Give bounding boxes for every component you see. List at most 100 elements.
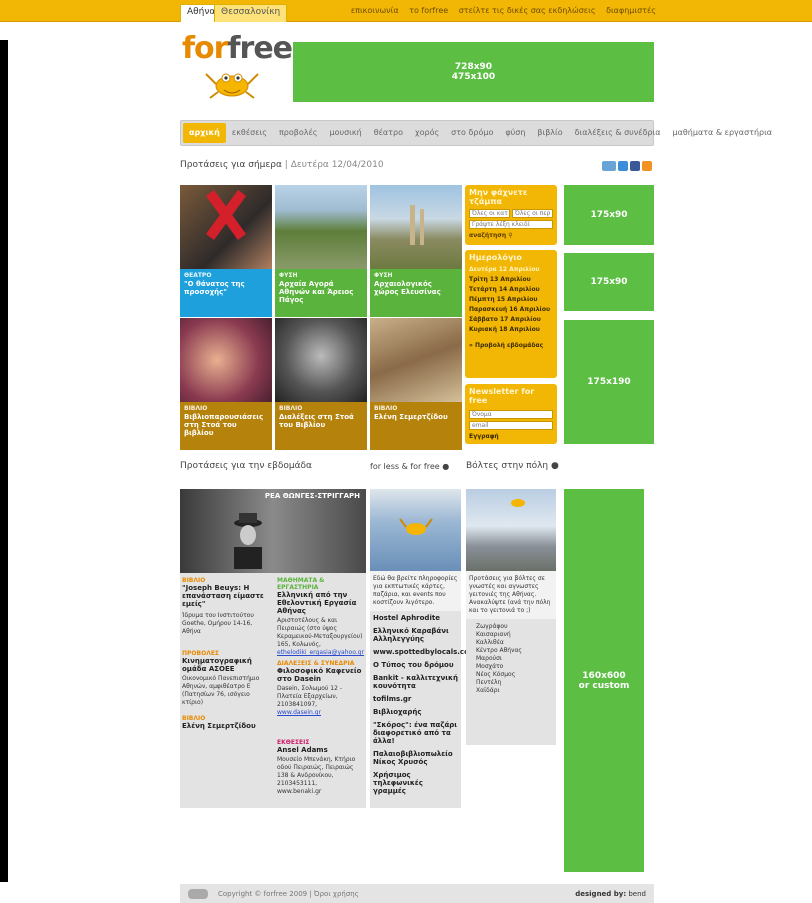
nav-music[interactable]: μουσική [324,123,368,143]
event-title[interactable]: Ελένη Σεμερτζίδου [182,722,272,730]
today-tile[interactable]: ΦΥΣΗ Αρχαιολογικός χώρος Ελευσίνας [370,185,462,317]
walks-intro: Προτάσεις για βόλτες σε γνωστές και αγνω… [466,571,556,619]
copyright-text[interactable]: Copyright © forfree 2009 | Όροι χρήσης [218,890,359,898]
today-title: Προτάσεις για σήμερα [180,160,282,170]
tile-title[interactable]: Βιβλιοπαρουσιάσεις στη Στοά του βιβλίου [184,413,268,437]
side-ad-banner[interactable]: 175x90 [564,253,654,311]
list-item[interactable]: Ο Τύπος του δρόμου [373,661,458,669]
list-item[interactable]: www.spottedbylocals.com [373,648,476,656]
tile-caption: ΘΕΑΤΡΟ "Ο θάνατος της προσοχής" [180,269,272,317]
nav-nature[interactable]: φύση [499,123,531,143]
today-tile[interactable]: ΦΥΣΗ Αρχαία Αγορά Αθηνών και Άρειος Πάγο… [275,185,367,317]
advertisers-link[interactable]: διαφημιστές [606,6,656,15]
arrow-circle-icon[interactable]: ● [551,461,559,471]
event-title[interactable]: Ελληνική από την Εθελοντική Εργασία Αθήν… [277,591,363,615]
tile-category: ΒΙΒΛΙΟ [184,405,208,412]
event-title[interactable]: Φιλοσοφικό Καφενείο στο Dasein [277,667,363,683]
event-category: ΒΙΒΛΙΟ [182,577,206,584]
tile-image [180,185,272,269]
list-item[interactable]: Χρήσιμος τηλεφωνικές γραμμές [373,771,458,795]
nav-home[interactable]: αρχική [183,123,226,143]
logo-text-for: for [182,31,228,66]
designer-link[interactable]: bend [628,890,646,898]
logo-text-free: free [227,31,293,66]
nav-exhibitions[interactable]: εκθέσεις [226,123,273,143]
calendar-day[interactable]: Τετάρτη 14 Απριλίου [465,285,557,295]
event-link[interactable]: ethelodiki_ergasia@yahoo.gr [277,649,364,657]
category-select[interactable]: Όλες οι κατ [469,209,510,218]
today-tile[interactable]: ΒΙΒΛΙΟ Διαλέξεις στη Στοά του Βιβλίου [275,318,367,450]
tile-title[interactable]: Ελένη Σεμερτζίδου [374,413,458,421]
area-item[interactable]: Κέντρο Αθήνας [476,647,546,655]
area-select[interactable]: Όλες οι περ [512,209,553,218]
area-item[interactable]: Νέος Κόσμος [476,671,546,679]
about-link[interactable]: το forfree [409,6,448,15]
today-tile[interactable]: ΘΕΑΤΡΟ "Ο θάνατος της προσοχής" [180,185,272,317]
for-less-intro: Εδώ θα βρείτε πληροφορίες για εκπτωτικές… [370,571,461,611]
today-heading: Προτάσεις για σήμερα | Δευτέρα 12/04/201… [180,160,384,170]
calendar-day[interactable]: Σάββατο 17 Απριλίου [465,315,557,325]
area-item[interactable]: Πεντέλη [476,679,546,687]
week-card: ΡΕΑ ΘΩΝΓΕΣ-ΣΤΡΙΓΓΑΡΗ ΒΙΒΛΙΟ "Joseph Beuy… [180,489,366,808]
event-link[interactable]: www.dasein.gr [277,709,363,717]
tile-caption: ΒΙΒΛΙΟ Ελένη Σεμερτζίδου [370,402,462,450]
search-icon[interactable]: ⚲ [508,232,512,239]
subscribe-button[interactable]: Εγγραφή [465,432,557,441]
nav-lectures[interactable]: διαλέξεις & συνέδρια [569,123,667,143]
facebook-icon[interactable] [630,161,640,171]
week-view-link[interactable]: » Προβολή εβδομάδας [465,341,557,351]
event-title[interactable]: Ansel Adams [277,746,363,754]
search-button[interactable]: αναζήτηση [469,232,506,239]
side-ad-banner[interactable]: 175x90 [564,185,654,245]
list-item[interactable]: "Σκόρος": ένα παζάρι διαφορετικό από τα … [373,721,458,745]
area-item[interactable]: Ζωγράφου [476,623,546,631]
submit-events-link[interactable]: στείλτε τις δικές σας εκδηλώσεις [459,6,596,15]
list-item[interactable]: Παλαιοβιβλιοπωλείο Νίκος Χρυσός [373,750,458,766]
name-field[interactable]: Όνομα [469,410,553,419]
today-tile[interactable]: ΒΙΒΛΙΟ Ελένη Σεμερτζίδου [370,318,462,450]
nav-books[interactable]: βιβλίο [531,123,568,143]
calendar-day[interactable]: Τρίτη 13 Απριλίου [465,275,557,285]
nav-theatre[interactable]: θέατρο [368,123,409,143]
tile-title[interactable]: Αρχαία Αγορά Αθηνών και Άρειος Πάγος [279,280,363,304]
nav-dance[interactable]: χορός [409,123,445,143]
list-item[interactable]: Βιβλιοχαρής [373,708,458,716]
side-ad-banner-tall[interactable]: 160x600 or custom [564,489,644,872]
nav-screenings[interactable]: προβολές [273,123,324,143]
search-input[interactable]: Γράψτε λέξη κλειδί [469,220,553,229]
event-title[interactable]: Κινηματογραφική ομάδα ΑΣΟΕΕ [182,657,272,673]
calendar-day[interactable]: Δευτέρα 12 Απριλίου [465,265,557,275]
contact-link[interactable]: επικοινωνία [351,6,399,15]
twitter-icon[interactable] [618,161,628,171]
area-item[interactable]: Μοσχάτο [476,663,546,671]
calendar-day[interactable]: Παρασκευή 16 Απριλίου [465,305,557,315]
calendar-day[interactable]: Κυριακή 18 Απριλίου [465,325,557,335]
area-item[interactable]: Καλλιθέα [476,639,546,647]
email-field[interactable]: email [469,421,553,430]
tab-thessaloniki[interactable]: Θεσσαλονίκη [214,4,288,22]
tile-title[interactable]: Αρχαιολογικός χώρος Ελευσίνας [374,280,458,296]
list-item[interactable]: tofilms.gr [373,695,458,703]
area-item[interactable]: Χαϊδάρι [476,687,546,695]
tile-title[interactable]: "Ο θάνατος της προσοχής" [184,280,268,296]
top-ad-banner[interactable]: 728x90 475x100 [293,42,654,102]
for-less-list: Hostel Aphrodite Ελληνικό Καραβάνι Αλληλ… [370,611,476,798]
rss-icon[interactable] [642,161,652,171]
area-item[interactable]: Μαρούσι [476,655,546,663]
today-tile[interactable]: ΒΙΒΛΙΟ Βιβλιοπαρουσιάσεις στη Στοά του β… [180,318,272,450]
calendar-day[interactable]: Πέμπτη 15 Απριλίου [465,295,557,305]
list-item[interactable]: Hostel Aphrodite [373,614,458,622]
list-item[interactable]: Bankit - καλλιτεχνική κουνότητα [373,674,458,690]
side-ad-banner[interactable]: 175x190 [564,320,654,444]
hi5-icon[interactable] [602,161,616,171]
event-text: Dasein, Σολωμού 12 - Πλατεία Εξαρχείων, … [277,685,343,708]
list-item[interactable]: Ελληνικό Καραβάνι Αλληλεγγύης [373,627,458,643]
nav-street[interactable]: στο δρόμο [445,123,499,143]
nav-workshops[interactable]: μαθήματα & εργαστήρια [667,123,779,143]
tile-title[interactable]: Διαλέξεις στη Στοά του Βιβλίου [279,413,363,429]
event-title[interactable]: "Joseph Beuys: Η επανάσταση είμαστε εμεί… [182,584,272,608]
walks-title: Βόλτες στην πόλη [466,461,549,471]
area-item[interactable]: Καισαριανή [476,631,546,639]
arrow-circle-icon[interactable]: ● [442,462,449,471]
forfree-logo[interactable]: forfree [182,31,293,104]
